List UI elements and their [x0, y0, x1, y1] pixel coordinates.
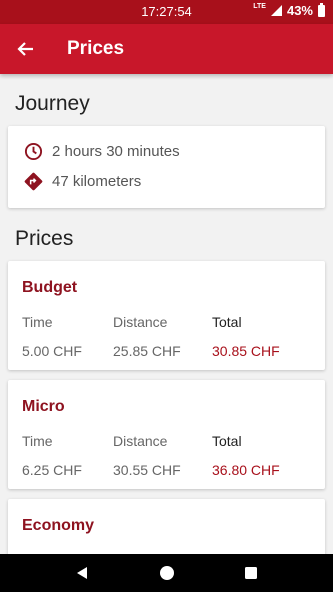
time-label: Time — [22, 433, 53, 449]
nav-recents-icon[interactable] — [243, 565, 259, 581]
distance-label: Distance — [113, 433, 168, 449]
journey-duration-row: 2 hours 30 minutes — [24, 142, 180, 161]
journey-distance: 47 kilometers — [52, 173, 142, 190]
total-price: 36.80 CHF — [212, 462, 280, 478]
clock-icon — [24, 142, 43, 161]
prices-heading: Prices — [15, 227, 74, 250]
arrow-left-icon — [17, 42, 33, 56]
price-name: Economy — [22, 517, 95, 534]
total-label: Total — [212, 433, 242, 449]
price-name: Micro — [22, 398, 65, 415]
page-title: Prices — [67, 38, 125, 59]
total-price: 30.85 CHF — [212, 343, 280, 359]
price-card-micro: Micro Time Distance Total 6.25 CHF 30.55… — [8, 380, 325, 489]
app-bar: Prices — [0, 24, 333, 74]
distance-label: Distance — [113, 314, 168, 330]
directions-icon — [24, 172, 43, 191]
time-price: 5.00 CHF — [22, 343, 82, 359]
nav-back-icon[interactable] — [74, 565, 90, 581]
battery-icon — [318, 2, 325, 17]
price-card-budget: Budget Time Distance Total 5.00 CHF 25.8… — [8, 261, 325, 370]
back-button[interactable] — [12, 37, 38, 61]
lte-indicator: LTE — [253, 3, 266, 10]
price-name: Budget — [22, 279, 78, 296]
distance-price: 25.85 CHF — [113, 343, 181, 359]
signal-icon — [270, 5, 282, 16]
journey-card: 2 hours 30 minutes 47 kilometers — [8, 126, 325, 208]
journey-duration: 2 hours 30 minutes — [52, 143, 180, 160]
journey-distance-row: 47 kilometers — [24, 172, 141, 191]
time-label: Time — [22, 314, 53, 330]
distance-price: 30.55 CHF — [113, 462, 181, 478]
journey-heading: Journey — [15, 92, 90, 115]
total-label: Total — [212, 314, 242, 330]
battery-level: 43% — [286, 3, 313, 18]
status-bar: 17:27:54 LTE 43% — [0, 0, 333, 24]
system-nav-bar — [0, 554, 333, 592]
nav-home-icon[interactable] — [159, 565, 175, 581]
time-price: 6.25 CHF — [22, 462, 82, 478]
